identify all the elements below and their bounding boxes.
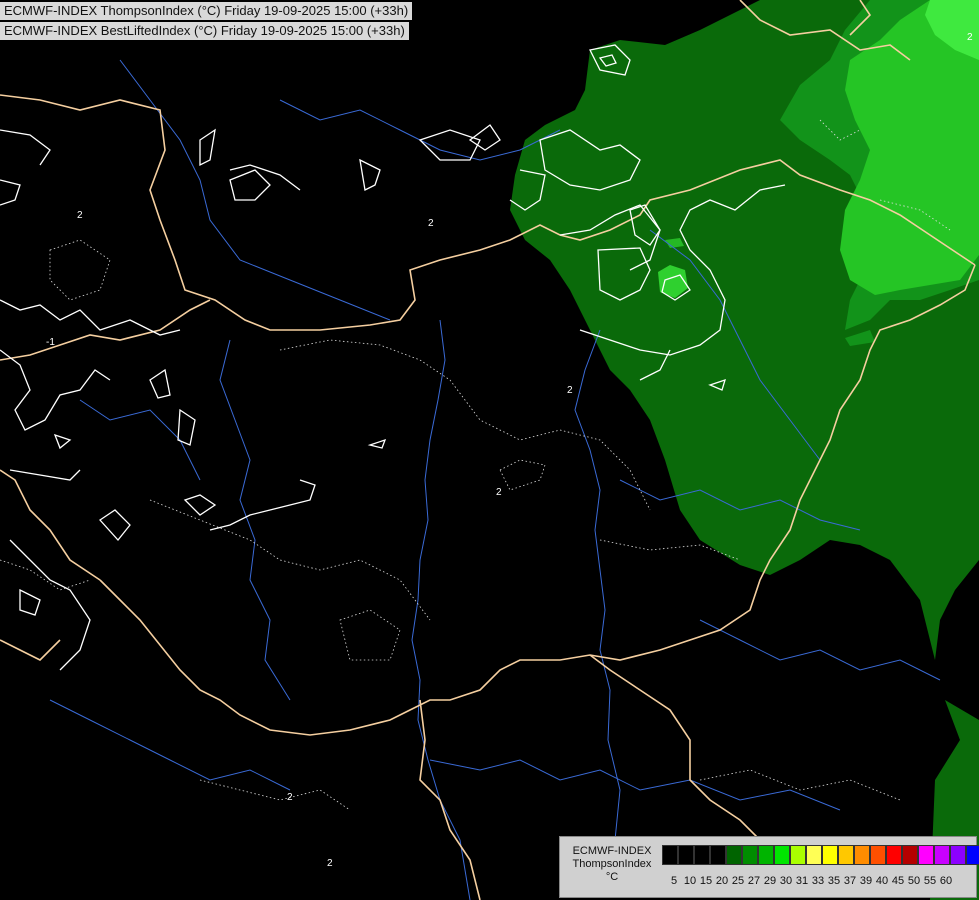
legend-swatch: [790, 845, 806, 865]
legend-swatch: [902, 845, 918, 865]
contour-label: 2: [567, 385, 573, 396]
legend-tick: 50: [907, 875, 921, 887]
legend-tick: 55: [923, 875, 937, 887]
legend-tick: 40: [875, 875, 889, 887]
map-title-lifted: ECMWF-INDEX BestLiftedIndex (°C) Friday …: [0, 22, 409, 40]
legend-swatch: [870, 845, 886, 865]
legend-tick: 30: [779, 875, 793, 887]
contour-label: -1: [46, 337, 55, 348]
legend-unit: °C: [605, 871, 619, 883]
legend-swatch: [678, 845, 694, 865]
legend-tick: 5: [670, 875, 678, 887]
legend-swatch: [934, 845, 950, 865]
legend-swatch: [966, 845, 979, 865]
legend-tick: 33: [811, 875, 825, 887]
legend-swatch: [726, 845, 742, 865]
legend-tick: 39: [859, 875, 873, 887]
legend-swatch: [806, 845, 822, 865]
contour-label: 2: [496, 487, 502, 498]
legend-swatches: [662, 845, 979, 865]
weather-map: 2 2 -1 2 2 2 2 2: [0, 0, 979, 900]
legend-swatch: [950, 845, 966, 865]
legend-swatch: [710, 845, 726, 865]
legend-tick: 15: [699, 875, 713, 887]
contour-label: 2: [967, 32, 973, 43]
legend-ticks: 5 10 15 20 25 27 29 30 31 33 35 37 39 40 45 50 55 60: [662, 875, 962, 887]
legend-tick: 60: [939, 875, 953, 887]
legend-swatch: [662, 845, 678, 865]
legend-tick: 29: [763, 875, 777, 887]
color-legend: ECMWF-INDEX ThompsonIndex °C 5 10 15 20 25 27…: [559, 836, 979, 898]
contour-label: 2: [77, 210, 83, 221]
legend-model: ECMWF-INDEX: [572, 845, 652, 857]
legend-swatch: [758, 845, 774, 865]
legend-tick: 20: [715, 875, 729, 887]
contour-label: 2: [327, 858, 333, 869]
legend-swatch: [742, 845, 758, 865]
legend-label: ECMWF-INDEX ThompsonIndex °C: [564, 845, 660, 884]
legend-parameter: ThompsonIndex: [572, 858, 652, 870]
legend-swatch: [694, 845, 710, 865]
contour-label: 2: [428, 218, 434, 229]
legend-swatch: [886, 845, 902, 865]
legend-swatch: [838, 845, 854, 865]
legend-tick: 45: [891, 875, 905, 887]
legend-tick: 27: [747, 875, 761, 887]
legend-tick: 25: [731, 875, 745, 887]
map-title-thompson: ECMWF-INDEX ThompsonIndex (°C) Friday 19…: [0, 2, 413, 20]
legend-tick: 31: [795, 875, 809, 887]
legend-swatch: [854, 845, 870, 865]
legend-tick: 35: [827, 875, 841, 887]
legend-swatch: [774, 845, 790, 865]
legend-tick: 10: [683, 875, 697, 887]
contour-label: 2: [287, 792, 293, 803]
legend-swatch: [918, 845, 934, 865]
legend-swatch: [822, 845, 838, 865]
legend-tick: 37: [843, 875, 857, 887]
